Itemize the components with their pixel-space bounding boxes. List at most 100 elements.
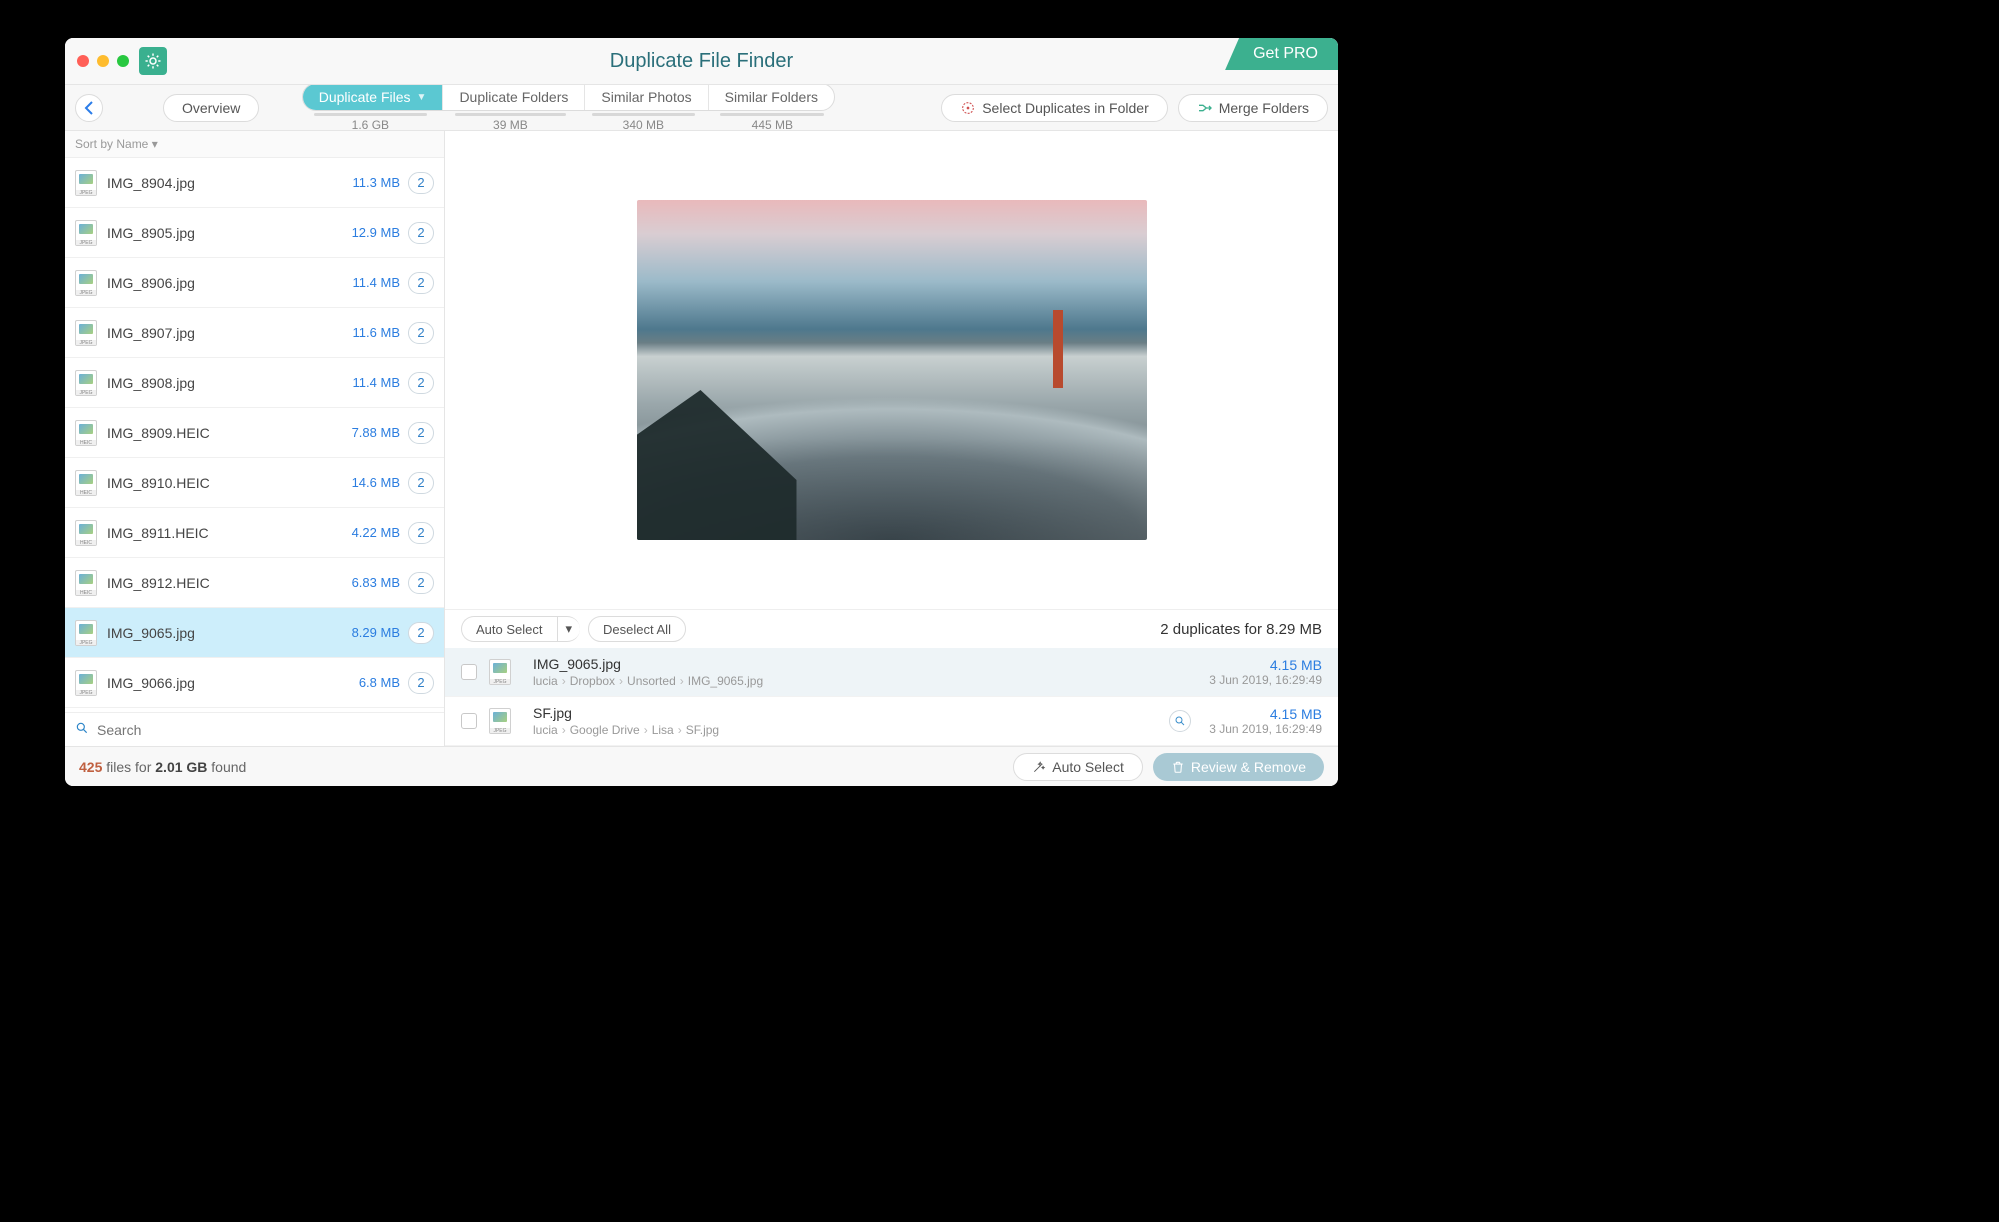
merge-folders-label: Merge Folders	[1219, 100, 1309, 116]
list-item[interactable]: IMG_8910.HEIC14.6 MB 2	[65, 458, 444, 508]
search-icon	[75, 721, 89, 738]
file-thumb-icon	[75, 320, 97, 346]
list-item[interactable]: IMG_9065.jpg8.29 MB 2	[65, 608, 444, 658]
trash-icon	[1171, 760, 1185, 774]
checkbox[interactable]	[461, 713, 477, 729]
list-item[interactable]: IMG_8909.HEIC7.88 MB2	[65, 408, 444, 458]
merge-folders-button[interactable]: Merge Folders	[1178, 94, 1328, 122]
file-name: IMG_8905.jpg	[107, 225, 352, 241]
file-thumb-icon	[489, 659, 511, 685]
file-thumb-icon	[75, 470, 97, 496]
duplicate-count-badge: 2	[408, 572, 434, 594]
category-tabs: Duplicate Files▼Duplicate FoldersSimilar…	[299, 83, 837, 132]
duplicate-date: 3 Jun 2019, 16:29:49	[1209, 722, 1322, 736]
tab-duplicate-folders[interactable]: Duplicate Folders	[443, 84, 585, 110]
checkbox[interactable]	[461, 664, 477, 680]
file-thumb-icon	[75, 520, 97, 546]
window-title: Duplicate File Finder	[65, 50, 1338, 73]
list-item[interactable]: IMG_8912.HEIC6.83 MB 2	[65, 558, 444, 608]
select-duplicates-button[interactable]: Select Duplicates in Folder	[941, 94, 1168, 122]
duplicate-count-badge: 2	[408, 172, 434, 194]
auto-select-caret[interactable]: ▾	[557, 616, 581, 642]
file-size: 12.9 MB	[352, 225, 400, 240]
zoom-dot[interactable]	[117, 55, 129, 67]
list-item[interactable]: IMG_9066.jpg6.8 MB2	[65, 658, 444, 708]
list-item[interactable]: IMG_8907.jpg11.6 MB 2	[65, 308, 444, 358]
file-thumb-icon	[75, 220, 97, 246]
overview-button[interactable]: Overview	[163, 94, 259, 122]
file-size: 8.29 MB	[352, 625, 400, 640]
duplicate-size: 4.15 MB	[1209, 657, 1322, 673]
file-name: IMG_8909.HEIC	[107, 425, 352, 441]
caret-icon: ▼	[417, 92, 427, 103]
file-list[interactable]: IMG_8904.jpg11.3 MB2IMG_8905.jpg12.9 MB2…	[65, 158, 444, 712]
select-duplicates-label: Select Duplicates in Folder	[982, 100, 1149, 116]
preview-image	[637, 200, 1147, 540]
footer-auto-select-label: Auto Select	[1052, 759, 1124, 775]
duplicate-count-badge: 2	[408, 622, 434, 644]
file-thumb-icon	[489, 708, 511, 734]
sort-dropdown[interactable]: Sort by Name ▾	[65, 131, 444, 158]
file-size: 11.4 MB	[353, 375, 400, 390]
duplicate-name: IMG_9065.jpg	[533, 656, 1197, 672]
file-thumb-icon	[75, 170, 97, 196]
list-item[interactable]: IMG_8905.jpg12.9 MB 2	[65, 208, 444, 258]
back-button[interactable]	[75, 94, 103, 122]
list-item[interactable]: IMG_8906.jpg11.4 MB2	[65, 258, 444, 308]
duplicate-toolbar: Auto Select ▾ Deselect All 2 duplicates …	[445, 609, 1338, 648]
duplicate-row[interactable]: SF.jpglucia›Google Drive›Lisa›SF.jpg4.15…	[445, 697, 1338, 746]
tab-similar-photos[interactable]: Similar Photos	[585, 84, 708, 110]
duplicate-count-badge: 2	[408, 472, 434, 494]
close-dot[interactable]	[77, 55, 89, 67]
duplicate-path: lucia›Dropbox›Unsorted›IMG_9065.jpg	[533, 674, 1197, 688]
search-bar[interactable]	[65, 712, 444, 746]
target-icon	[960, 100, 976, 116]
duplicate-row[interactable]: IMG_9065.jpg lucia›Dropbox›Unsorted›IMG_9…	[445, 648, 1338, 697]
toolbar: Overview Duplicate Files▼Duplicate Folde…	[65, 85, 1338, 131]
traffic-lights	[65, 55, 129, 67]
file-name: IMG_8911.HEIC	[107, 525, 352, 541]
file-name: IMG_8912.HEIC	[107, 575, 352, 591]
duplicate-list: IMG_9065.jpg lucia›Dropbox›Unsorted›IMG_9…	[445, 648, 1338, 746]
tab-duplicate-files[interactable]: Duplicate Files▼	[303, 84, 444, 110]
tab-size-label: 1.6 GB	[299, 113, 441, 132]
quicklook-icon[interactable]	[1169, 710, 1191, 732]
duplicate-count-badge: 2	[408, 672, 434, 694]
duplicate-count-badge: 2	[408, 222, 434, 244]
file-thumb-icon	[75, 620, 97, 646]
tab-similar-folders[interactable]: Similar Folders	[709, 84, 834, 110]
footer-auto-select-button[interactable]: Auto Select	[1013, 753, 1143, 781]
list-item[interactable]: IMG_8908.jpg11.4 MB2	[65, 358, 444, 408]
file-name: IMG_9065.jpg	[107, 625, 352, 641]
review-remove-label: Review & Remove	[1191, 759, 1306, 775]
footer-stats: 425 files for 2.01 GB found	[79, 759, 246, 775]
file-size: 11.3 MB	[353, 175, 400, 190]
search-input[interactable]	[97, 722, 434, 738]
file-thumb-icon	[75, 270, 97, 296]
duplicate-date: 3 Jun 2019, 16:29:49	[1209, 673, 1322, 687]
file-size: 11.6 MB	[353, 325, 400, 340]
duplicate-size: 4.15 MB	[1209, 706, 1322, 722]
list-item[interactable]: IMG_8911.HEIC4.22 MB2	[65, 508, 444, 558]
sidebar: Sort by Name ▾ IMG_8904.jpg11.3 MB2IMG_8…	[65, 131, 445, 746]
app-icon	[139, 47, 167, 75]
file-name: IMG_8907.jpg	[107, 325, 353, 341]
footer: 425 files for 2.01 GB found Auto Select …	[65, 746, 1338, 786]
deselect-all-button[interactable]: Deselect All	[588, 616, 686, 642]
list-item[interactable]: IMG_8904.jpg11.3 MB2	[65, 158, 444, 208]
review-remove-button[interactable]: Review & Remove	[1153, 753, 1324, 781]
file-size: 11.4 MB	[353, 275, 400, 290]
wand-icon	[1032, 760, 1046, 774]
file-size: 6.83 MB	[352, 575, 400, 590]
duplicate-count-badge: 2	[408, 272, 434, 294]
file-name: IMG_8908.jpg	[107, 375, 353, 391]
file-size: 14.6 MB	[352, 475, 400, 490]
duplicate-count-badge: 2	[408, 322, 434, 344]
file-thumb-icon	[75, 420, 97, 446]
file-size: 7.88 MB	[352, 425, 400, 440]
minimize-dot[interactable]	[97, 55, 109, 67]
file-name: IMG_8910.HEIC	[107, 475, 352, 491]
get-pro-button[interactable]: Get PRO	[1225, 38, 1338, 70]
auto-select-button[interactable]: Auto Select	[461, 616, 557, 642]
tab-size-label: 39 MB	[441, 113, 579, 132]
